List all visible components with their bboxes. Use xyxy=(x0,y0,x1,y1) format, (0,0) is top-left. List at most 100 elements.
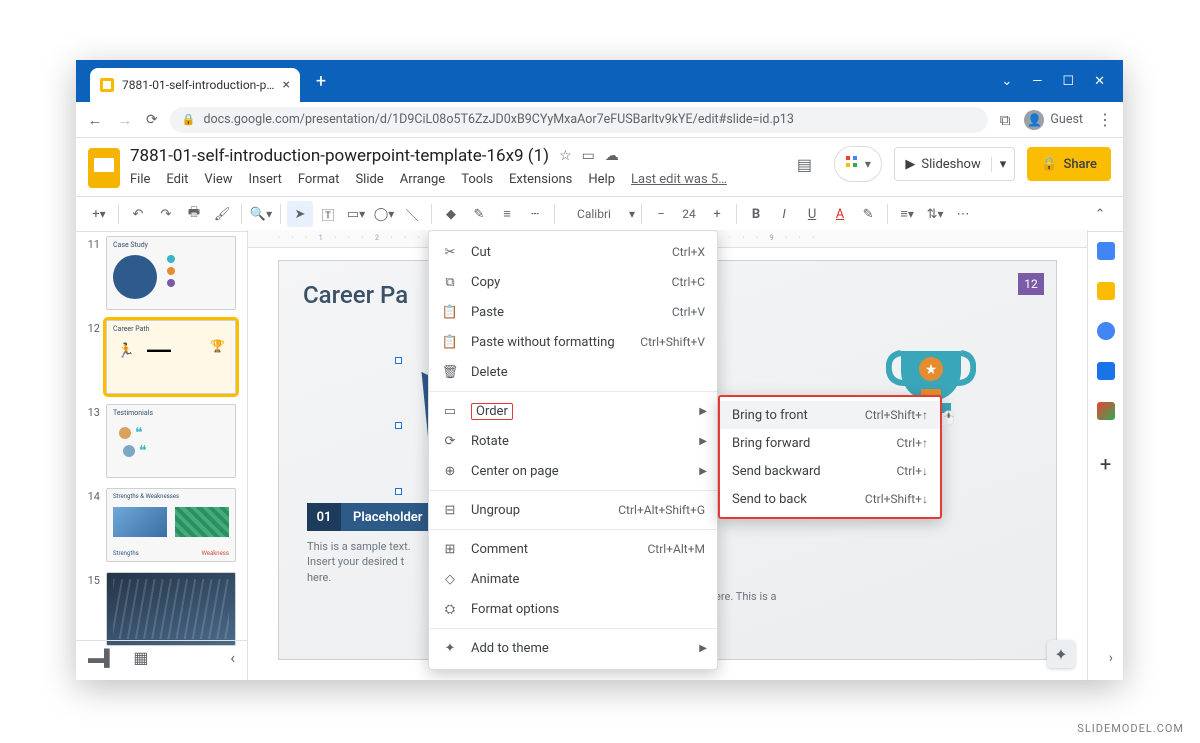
filmstrip-item[interactable]: 12 Career Path 🏃 ▬▬▬ 🏆 xyxy=(84,320,241,394)
border-dash-icon[interactable]: ┄ xyxy=(522,201,548,227)
maps-icon[interactable] xyxy=(1097,402,1115,420)
ctx-format-options[interactable]: ⛭Format options xyxy=(429,594,717,624)
border-weight-icon[interactable]: ≡ xyxy=(494,201,520,227)
menu-insert[interactable]: Insert xyxy=(249,172,282,187)
tasks-icon[interactable] xyxy=(1097,322,1115,340)
install-app-icon[interactable]: ⧉ xyxy=(1000,111,1011,129)
menu-extensions[interactable]: Extensions xyxy=(509,172,572,187)
ctx-ungroup[interactable]: ⊟UngroupCtrl+Alt+Shift+G xyxy=(429,495,717,525)
select-tool-icon[interactable]: ➤ xyxy=(287,201,313,227)
line-spacing-icon[interactable]: ⇅▾ xyxy=(922,201,948,227)
slideshow-dropdown[interactable]: ▾ xyxy=(991,157,1015,172)
filmstrip-item[interactable]: 15 xyxy=(84,572,241,646)
meet-button[interactable]: ▾ xyxy=(834,146,882,182)
profile-button[interactable]: 👤 Guest xyxy=(1024,110,1083,130)
menu-slide[interactable]: Slide xyxy=(355,172,383,187)
align-icon[interactable]: ≡▾ xyxy=(894,201,920,227)
minimize-icon[interactable]: — xyxy=(1032,74,1042,89)
undo-icon[interactable]: ↶ xyxy=(125,201,151,227)
collapse-toolbar-icon[interactable]: ⌃ xyxy=(1087,201,1113,227)
menu-format[interactable]: Format xyxy=(298,172,340,187)
paint-format-icon[interactable]: 🖌 xyxy=(209,201,235,227)
slide-thumbnail[interactable] xyxy=(106,572,236,646)
ctx-comment[interactable]: ⊞CommentCtrl+Alt+M xyxy=(429,534,717,564)
ctx-copy[interactable]: ⧉CopyCtrl+C xyxy=(429,267,717,297)
collapse-filmstrip-icon[interactable]: ‹ xyxy=(230,648,235,667)
ctx-center[interactable]: ⊕Center on page▶ xyxy=(429,456,717,486)
ctx-rotate[interactable]: ⟳Rotate▶ xyxy=(429,426,717,456)
slide-thumbnail[interactable]: Strengths & Weaknesses Strengths Weaknes… xyxy=(106,488,236,562)
submenu-send-backward[interactable]: Send backwardCtrl+↓ xyxy=(720,457,940,485)
underline-icon[interactable]: U xyxy=(799,201,825,227)
slide-thumbnail-active[interactable]: Career Path 🏃 ▬▬▬ 🏆 xyxy=(106,320,236,394)
menu-file[interactable]: File xyxy=(130,172,150,187)
submenu-send-back[interactable]: Send to backCtrl+Shift+↓ xyxy=(720,485,940,513)
close-window-icon[interactable]: ✕ xyxy=(1094,74,1105,89)
border-color-icon[interactable]: ✎ xyxy=(466,201,492,227)
contacts-icon[interactable] xyxy=(1097,362,1115,380)
slide-thumbnail[interactable]: Testimonials ❝ ❝ xyxy=(106,404,236,478)
move-icon[interactable]: ▭ xyxy=(582,148,595,164)
last-edit-link[interactable]: Last edit was 5… xyxy=(631,172,727,187)
ctx-animate[interactable]: ◇Animate xyxy=(429,564,717,594)
reload-icon[interactable]: ⟳ xyxy=(146,112,158,128)
ctx-delete[interactable]: 🗑Delete xyxy=(429,357,717,387)
filmstrip-view-icon[interactable]: ▬▌ xyxy=(88,648,115,668)
back-icon[interactable]: ← xyxy=(86,111,104,129)
ctx-cut[interactable]: ✂CutCtrl+X xyxy=(429,237,717,267)
filmstrip-item[interactable]: 14 Strengths & Weaknesses Strengths Weak… xyxy=(84,488,241,562)
doc-title[interactable]: 7881-01-self-introduction-powerpoint-tem… xyxy=(130,146,549,166)
star-icon[interactable]: ☆ xyxy=(559,148,572,164)
line-icon[interactable]: ＼ xyxy=(399,201,425,227)
zoom-icon[interactable]: 🔍▾ xyxy=(248,201,274,227)
textbox-icon[interactable]: 🅃 xyxy=(315,201,341,227)
browser-menu-icon[interactable]: ⋮ xyxy=(1097,110,1113,129)
italic-icon[interactable]: I xyxy=(771,201,797,227)
submenu-bring-front[interactable]: Bring to frontCtrl+Shift+↑ xyxy=(720,401,940,429)
ctx-paste-plain[interactable]: 📋Paste without formattingCtrl+Shift+V xyxy=(429,327,717,357)
filmstrip-item[interactable]: 13 Testimonials ❝ ❝ xyxy=(84,404,241,478)
collapse-sidepanel-icon[interactable]: › xyxy=(1109,650,1113,666)
grid-view-icon[interactable]: ▦ xyxy=(133,648,148,667)
addons-button[interactable]: + xyxy=(1100,452,1111,476)
menu-tools[interactable]: Tools xyxy=(461,172,493,187)
keep-icon[interactable] xyxy=(1097,282,1115,300)
slideshow-button[interactable]: ▶Slideshow ▾ xyxy=(894,147,1015,181)
ctx-order[interactable]: ▭Order▶ xyxy=(429,396,717,426)
dropdown-icon[interactable]: ⌄ xyxy=(1001,74,1012,89)
browser-tab[interactable]: 7881-01-self-introduction-powe × xyxy=(90,68,300,102)
canvas-area[interactable]: 12 Career Pa ★ 01 Placeholder xyxy=(248,230,1087,680)
fill-icon[interactable]: ◆ xyxy=(438,201,464,227)
submenu-bring-forward[interactable]: Bring forwardCtrl+↑ xyxy=(720,429,940,457)
print-icon[interactable]: 🖶 xyxy=(181,201,207,227)
cloud-icon[interactable]: ☁ xyxy=(605,148,619,164)
comments-icon[interactable]: ▤ xyxy=(786,146,822,182)
font-increase-icon[interactable]: + xyxy=(704,201,730,227)
share-button[interactable]: 🔒 Share xyxy=(1027,147,1111,181)
redo-icon[interactable]: ↷ xyxy=(153,201,179,227)
shape-icon[interactable]: ◯▾ xyxy=(371,201,397,227)
text-color-icon[interactable]: A xyxy=(827,201,853,227)
menu-view[interactable]: View xyxy=(204,172,232,187)
close-tab-icon[interactable]: × xyxy=(283,77,290,93)
font-family-select[interactable]: Calibri xyxy=(561,201,627,227)
explore-button[interactable]: ✦ xyxy=(1047,640,1075,668)
ctx-paste[interactable]: 📋PasteCtrl+V xyxy=(429,297,717,327)
menu-edit[interactable]: Edit xyxy=(166,172,188,187)
filmstrip-item[interactable]: 11 Case Study xyxy=(84,236,241,310)
new-tab-button[interactable]: + xyxy=(308,68,334,94)
font-decrease-icon[interactable]: − xyxy=(648,201,674,227)
slides-logo[interactable] xyxy=(88,148,120,188)
filmstrip[interactable]: 11 Case Study 12 Career Path 🏃 ▬▬▬ 🏆 13 xyxy=(76,230,248,680)
ctx-add-theme[interactable]: ✦Add to theme▶ xyxy=(429,633,717,663)
slide-thumbnail[interactable]: Case Study xyxy=(106,236,236,310)
bold-icon[interactable]: B xyxy=(743,201,769,227)
maximize-icon[interactable]: ☐ xyxy=(1062,74,1074,89)
font-size-field[interactable]: 24 xyxy=(676,201,702,227)
menu-help[interactable]: Help xyxy=(588,172,615,187)
url-field[interactable]: 🔒 docs.google.com/presentation/d/1D9CiL0… xyxy=(170,107,988,133)
image-icon[interactable]: ▭▾ xyxy=(343,201,369,227)
new-slide-button[interactable]: +▾ xyxy=(86,201,112,227)
highlight-icon[interactable]: ✎ xyxy=(855,201,881,227)
more-tools-icon[interactable]: ⋯ xyxy=(950,201,976,227)
